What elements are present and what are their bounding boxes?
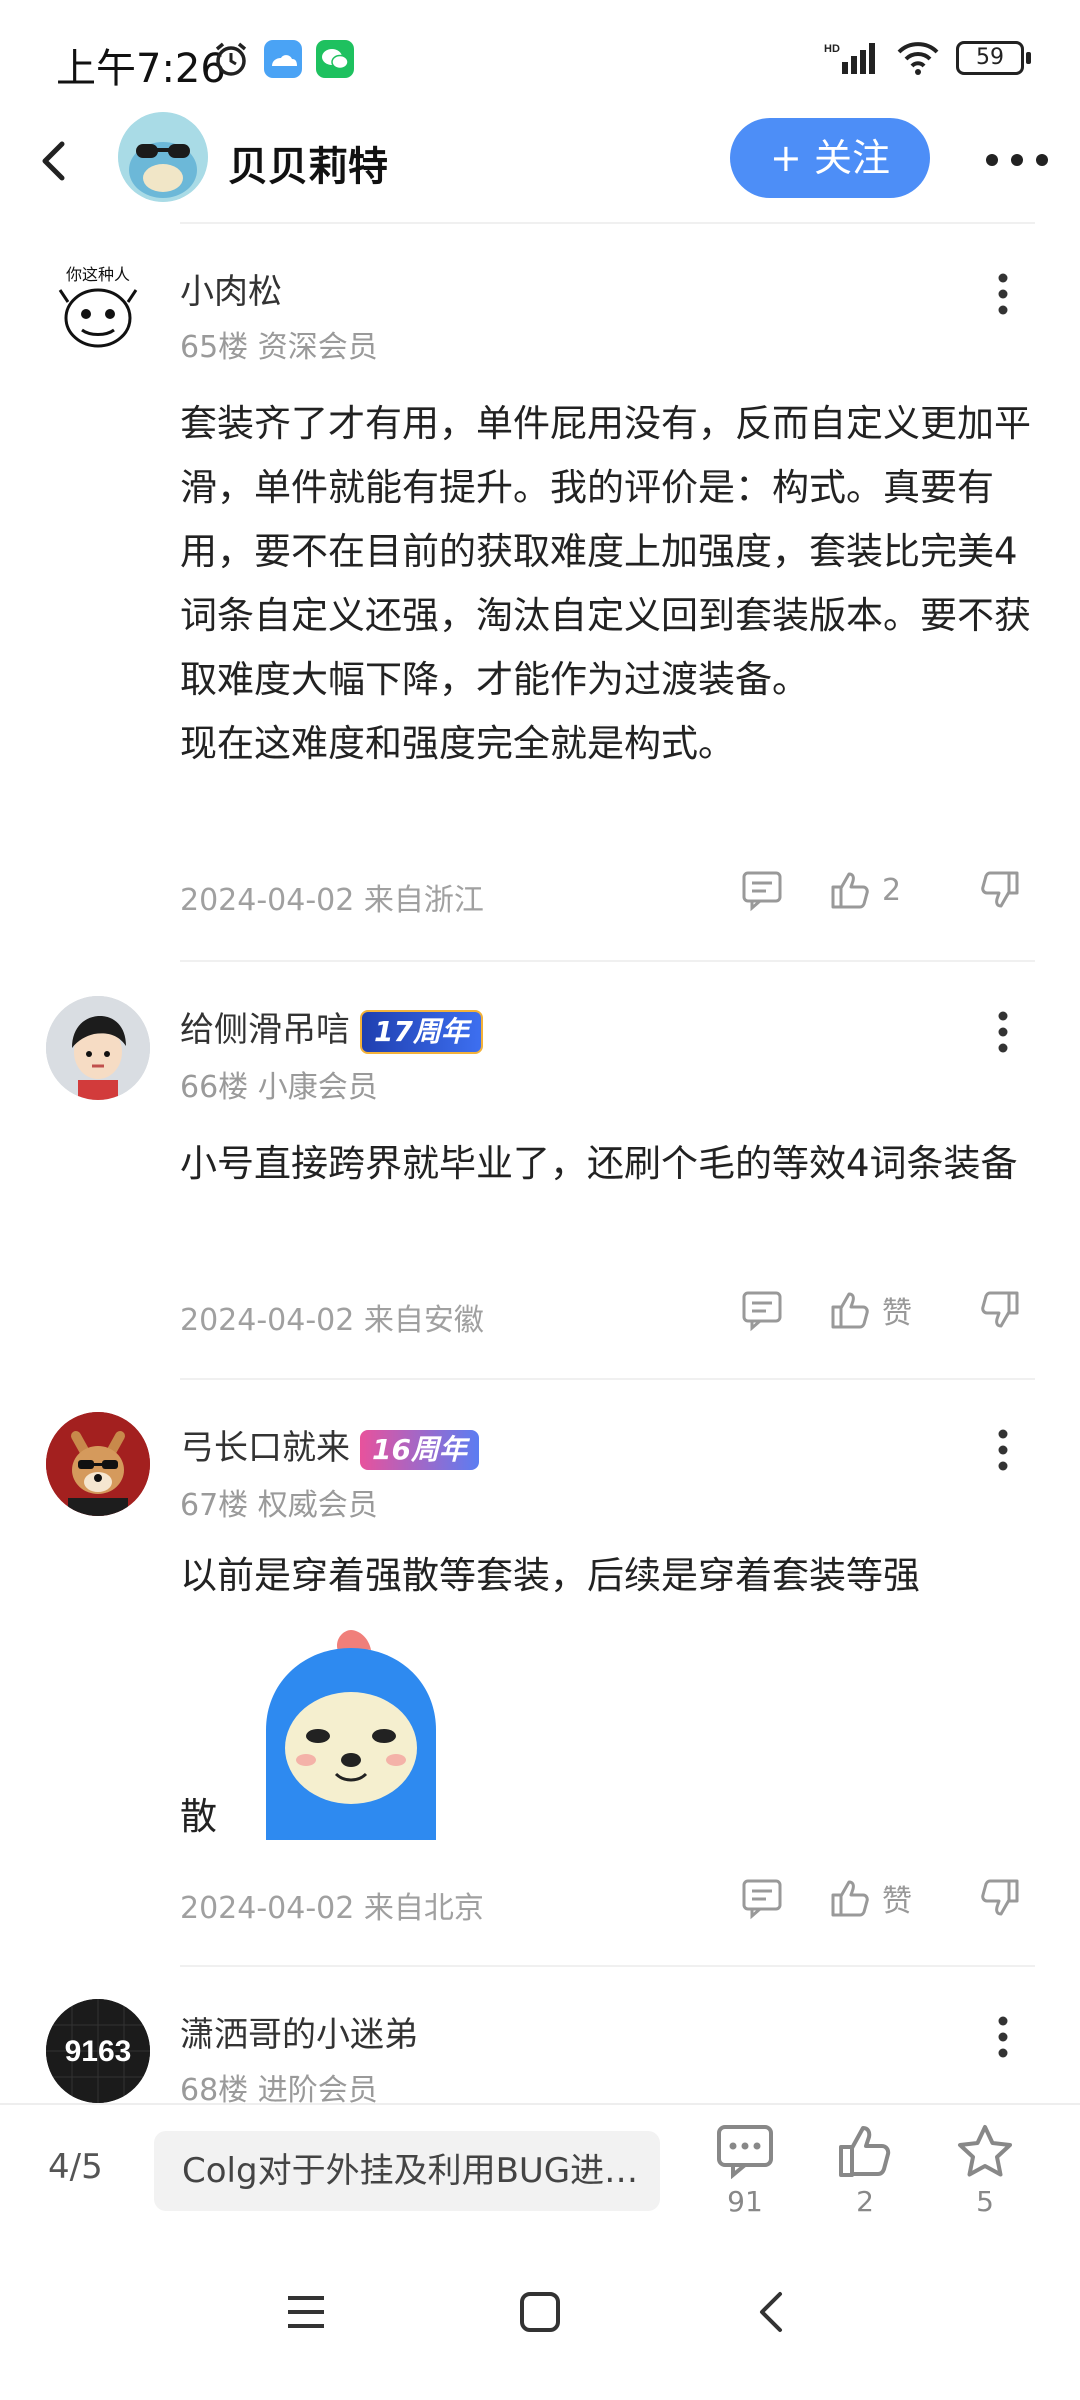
star-icon (958, 2125, 1012, 2177)
comment-username-row: 弓长口就来 16周年 (180, 1420, 479, 1470)
like-button[interactable]: 赞 (828, 1876, 912, 1920)
page-indicator[interactable]: 4/5 (48, 2147, 103, 2187)
thread-title-input[interactable]: Colg对于外挂及利用BUG进… (154, 2131, 660, 2211)
member-level: 资深会员 (257, 330, 378, 365)
comment-username[interactable]: 给侧滑吊唁 (180, 1010, 350, 1050)
comment-username-row: 给侧滑吊唁 17周年 (180, 1002, 483, 1054)
anniversary-badge: 17周年 (360, 1009, 483, 1054)
comment-meta: 66楼 小康会员 (180, 1062, 378, 1106)
thumbs-up-icon (831, 872, 869, 909)
comment-date-location: 2024-04-02 来自北京 (180, 1891, 484, 1926)
avatar[interactable] (46, 1412, 150, 1516)
comment-floor: 65楼 (180, 330, 249, 365)
reply-icon (742, 1879, 782, 1920)
menu-icon[interactable] (284, 2290, 328, 2334)
comments-button[interactable]: 91 (700, 2123, 790, 2218)
comment-item: 9163 潇洒哥的小迷弟 68楼 进阶会员 (0, 1995, 1080, 2103)
comment-meta: 65楼 资深会员 (180, 322, 378, 366)
thumbs-up-icon (839, 2126, 891, 2177)
reply-icon (742, 871, 782, 912)
dislike-button[interactable] (978, 1876, 1022, 1920)
thumbs-up-icon (831, 1292, 869, 1329)
comment-paragraph: 现在这难度和强度完全就是构式。 (180, 722, 735, 765)
author-avatar[interactable] (118, 112, 208, 202)
home-icon[interactable] (518, 2290, 562, 2334)
like-count: 2 (856, 2185, 874, 2218)
back-arrow-icon[interactable] (30, 136, 80, 186)
post-header: 贝贝莉特 + 关注 (0, 110, 1080, 216)
reply-button[interactable] (740, 1288, 784, 1332)
more-options-icon[interactable] (982, 140, 1052, 180)
thumbs-down-icon (981, 1291, 1019, 1328)
like-button[interactable]: 赞 (828, 1288, 912, 1332)
svg-text:HD: HD (824, 43, 840, 55)
signal-icon: HD (824, 43, 875, 74)
favorite-count: 5 (976, 2185, 994, 2218)
reply-button[interactable] (740, 868, 784, 912)
anniversary-badge: 16周年 (360, 1429, 479, 1470)
like-label: 赞 (882, 1884, 912, 1919)
weather-app-icon (264, 40, 302, 78)
wechat-icon (316, 40, 354, 78)
like-post-button[interactable]: 2 (820, 2123, 910, 2218)
comment-username[interactable]: 小肉松 (180, 264, 282, 313)
comment-username[interactable]: 潇洒哥的小迷弟 (180, 2007, 418, 2056)
sticker-image (246, 1620, 456, 1840)
author-name[interactable]: 贝贝莉特 (228, 134, 388, 192)
system-nav-bar (0, 2240, 1080, 2400)
back-icon[interactable] (750, 2290, 794, 2334)
comment-date-location: 2024-04-02 来自浙江 (180, 883, 484, 918)
comment-meta: 68楼 进阶会员 (180, 2065, 378, 2103)
avatar[interactable]: 你这种人 (46, 256, 150, 360)
wifi-icon (897, 42, 939, 75)
member-level: 小康会员 (257, 1070, 378, 1105)
divider (180, 1378, 1035, 1380)
status-bar: 上午7:26 HD 59 (0, 0, 1080, 118)
alarm-icon (215, 42, 247, 76)
avatar-caption: 9163 (65, 2035, 132, 2068)
comment-more-icon[interactable] (988, 1426, 1018, 1474)
comment-floor: 67楼 (180, 1488, 249, 1523)
dislike-button[interactable] (978, 868, 1022, 912)
avatar[interactable]: 9163 (46, 1999, 150, 2103)
bottom-action-bar: 4/5 Colg对于外挂及利用BUG进… 91 2 5 (0, 2103, 1080, 2235)
comment-date-location: 2024-04-02 来自安徽 (180, 1303, 484, 1338)
comment-floor: 68楼 (180, 2073, 249, 2103)
comment-body: 小号直接跨界就毕业了，还刷个毛的等效4词条装备 (180, 1132, 1040, 1196)
divider (180, 222, 1035, 224)
comment-paragraph: 套装齐了才有用，单件屁用没有，反而自定义更加平滑，单件就能有提升。我的评价是：构… (180, 402, 1031, 701)
avatar[interactable] (46, 996, 150, 1100)
comment-trailing-text: 散 (180, 1795, 217, 1838)
divider (180, 960, 1035, 962)
divider (180, 1965, 1035, 1967)
comment-meta: 67楼 权威会员 (180, 1480, 378, 1524)
thumbs-down-icon (981, 1879, 1019, 1916)
thumbs-down-icon (981, 871, 1019, 908)
comment-username[interactable]: 弓长口就来 (180, 1428, 350, 1468)
comment-count: 91 (727, 2185, 763, 2218)
like-label: 赞 (882, 1296, 912, 1331)
thumbs-up-icon (831, 1880, 869, 1917)
dislike-button[interactable] (978, 1288, 1022, 1332)
battery-indicator: 59 (956, 41, 1031, 75)
comment-floor: 66楼 (180, 1070, 249, 1105)
comment-paragraph: 小号直接跨界就毕业了，还刷个毛的等效4词条装备 (180, 1142, 1018, 1185)
reply-button[interactable] (740, 1876, 784, 1920)
comment-icon (717, 2125, 773, 2180)
comment-more-icon[interactable] (988, 1008, 1018, 1056)
member-level: 权威会员 (257, 1488, 378, 1523)
status-time: 上午7:26 (56, 46, 226, 92)
comment-more-icon[interactable] (988, 2013, 1018, 2061)
follow-button[interactable]: + 关注 (730, 118, 930, 198)
avatar-caption: 你这种人 (66, 265, 130, 284)
comment-more-icon[interactable] (988, 270, 1018, 318)
favorite-button[interactable]: 5 (940, 2123, 1030, 2218)
member-level: 进阶会员 (257, 2073, 378, 2103)
comment-paragraph: 以前是穿着强散等套装，后续是穿着套装等强 (180, 1554, 920, 1597)
reply-icon (742, 1291, 782, 1332)
comment-body: 套装齐了才有用，单件屁用没有，反而自定义更加平滑，单件就能有提升。我的评价是：构… (180, 392, 1040, 776)
like-button[interactable]: 2 (828, 868, 901, 912)
comment-body: 以前是穿着强散等套装，后续是穿着套装等强 (180, 1544, 1040, 1608)
like-label: 2 (882, 872, 902, 908)
